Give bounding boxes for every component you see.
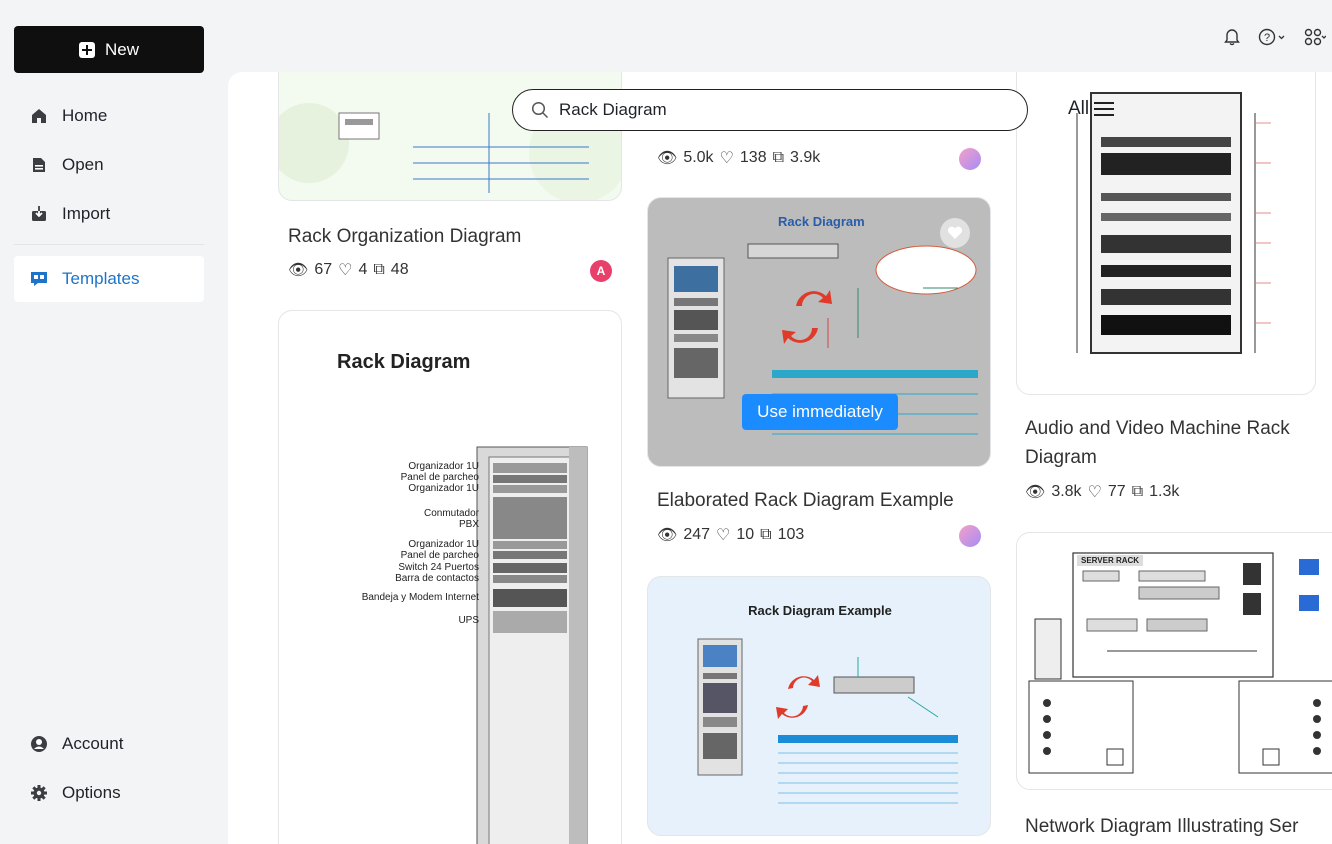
rack-label: Panel de parcheo bbox=[400, 472, 479, 483]
hamburger-icon bbox=[1094, 102, 1115, 116]
rack-label: Conmutador bbox=[423, 508, 479, 519]
copy-icon: ⧉ bbox=[373, 261, 385, 278]
eye-icon: 👁 bbox=[1025, 484, 1046, 501]
sidebar-item-label: Home bbox=[62, 106, 108, 125]
favorite-button[interactable] bbox=[940, 218, 970, 248]
card-title[interactable]: Audio and Video Machine Rack Diagram bbox=[1025, 414, 1325, 472]
search-bar[interactable] bbox=[512, 89, 1028, 131]
rack-label: PBX bbox=[458, 519, 479, 530]
help-icon[interactable]: ? bbox=[1258, 28, 1286, 46]
view-count: 247 bbox=[683, 526, 711, 543]
author-avatar[interactable]: A bbox=[590, 260, 612, 282]
template-card-thumbnail[interactable]: Rack Diagram Organizador 1U Panel de par… bbox=[278, 310, 622, 844]
like-count: 10 bbox=[736, 526, 755, 543]
like-count: 138 bbox=[739, 149, 767, 166]
sidebar-item-label: Import bbox=[62, 204, 111, 223]
copy-count: 48 bbox=[390, 261, 409, 278]
sidebar-item-label: Account bbox=[62, 734, 124, 753]
heart-icon: ♡ bbox=[716, 527, 731, 544]
templates-panel: Rack Organization Diagram 👁 67 ♡ 4 ⧉ 48 A R… bbox=[228, 72, 1332, 844]
author-avatar[interactable] bbox=[959, 148, 981, 170]
home-icon bbox=[30, 107, 48, 125]
copy-count: 103 bbox=[777, 526, 805, 543]
like-count: 4 bbox=[358, 261, 368, 278]
sidebar-item-account[interactable]: Account bbox=[14, 721, 204, 767]
rack-label: Bandeja y Modem Internet bbox=[361, 592, 479, 603]
svg-text:?: ? bbox=[1264, 32, 1270, 44]
new-button-label: New bbox=[104, 39, 139, 59]
card-title[interactable]: Rack Organization Diagram bbox=[288, 222, 521, 251]
sidebar-item-label: Open bbox=[62, 155, 104, 174]
sidebar-item-label: Templates bbox=[62, 269, 140, 288]
apps-grid-icon[interactable] bbox=[1304, 28, 1326, 46]
rack-label: Panel de parcheo bbox=[400, 550, 479, 561]
card-stats: 👁 247 ♡ 10 ⧉ 103 bbox=[657, 525, 804, 545]
copy-count: 3.9k bbox=[790, 149, 821, 166]
author-avatar[interactable] bbox=[959, 525, 981, 547]
sidebar-divider bbox=[14, 244, 204, 245]
sidebar-item-import[interactable]: Import bbox=[14, 191, 204, 237]
rack-label: Organizador 1U bbox=[408, 539, 479, 550]
new-button[interactable]: New bbox=[14, 26, 204, 73]
eye-icon: 👁 bbox=[657, 150, 678, 167]
sidebar: New Home Open Import Templates Account O… bbox=[0, 0, 214, 844]
copy-count: 1.3k bbox=[1149, 483, 1180, 500]
search-input[interactable] bbox=[559, 100, 979, 120]
sidebar-item-home[interactable]: Home bbox=[14, 93, 204, 139]
heart-icon: ♡ bbox=[1087, 484, 1102, 501]
template-card-thumbnail[interactable]: Rack Diagram Example bbox=[647, 576, 991, 836]
template-card-thumbnail-hover[interactable]: Rack Diagram Use immediately bbox=[647, 197, 991, 467]
rack-label: UPS bbox=[458, 615, 479, 626]
gear-icon bbox=[30, 784, 48, 802]
view-count: 67 bbox=[314, 261, 333, 278]
rack-label: Switch 24 Puertos bbox=[398, 562, 479, 573]
like-count: 77 bbox=[1107, 483, 1126, 500]
import-icon bbox=[30, 205, 48, 223]
card-stats: 👁 3.8k ♡ 77 ⧉ 1.3k bbox=[1025, 482, 1179, 502]
copy-icon: ⧉ bbox=[760, 526, 772, 543]
sidebar-item-open[interactable]: Open bbox=[14, 142, 204, 188]
account-icon bbox=[30, 735, 48, 753]
card-title[interactable]: Network Diagram Illustrating Ser bbox=[1025, 812, 1332, 841]
rack-label-list: Organizador 1U Panel de parcheo Organiza… bbox=[362, 461, 479, 626]
rack-label: Organizador 1U bbox=[408, 483, 479, 494]
filter-label: All bbox=[1068, 98, 1090, 119]
card-title[interactable]: Elaborated Rack Diagram Example bbox=[657, 486, 954, 515]
top-toolbar: ? bbox=[1224, 28, 1332, 46]
file-icon bbox=[30, 156, 48, 174]
search-icon bbox=[531, 101, 549, 119]
view-count: 3.8k bbox=[1051, 483, 1082, 500]
filter-all-menu[interactable]: All bbox=[1068, 98, 1115, 120]
heart-icon: ♡ bbox=[338, 262, 353, 279]
heart-icon: ♡ bbox=[719, 150, 734, 167]
eye-icon: 👁 bbox=[288, 262, 309, 279]
sidebar-item-templates[interactable]: Templates bbox=[14, 256, 204, 302]
template-card-thumbnail[interactable] bbox=[1016, 72, 1316, 395]
use-immediately-button[interactable]: Use immediately bbox=[742, 394, 898, 430]
copy-icon: ⧉ bbox=[772, 149, 785, 166]
rack-label: Organizador 1U bbox=[408, 461, 479, 472]
rack-label: Barra de contactos bbox=[395, 573, 479, 584]
eye-icon: 👁 bbox=[657, 527, 678, 544]
sidebar-item-label: Options bbox=[62, 783, 121, 802]
card-stats: 👁 5.0k ♡ 138 ⧉ 3.9k bbox=[657, 148, 820, 168]
sidebar-item-options[interactable]: Options bbox=[14, 770, 204, 816]
copy-icon: ⧉ bbox=[1131, 483, 1144, 500]
app-root: New Home Open Import Templates Account O… bbox=[0, 0, 1332, 844]
templates-icon bbox=[30, 270, 48, 288]
view-count: 5.0k bbox=[683, 149, 714, 166]
plus-icon bbox=[78, 41, 95, 58]
bell-icon[interactable] bbox=[1224, 28, 1240, 46]
template-card-thumbnail[interactable]: SERVER RACK bbox=[1016, 532, 1332, 790]
card-stats: 👁 67 ♡ 4 ⧉ 48 bbox=[288, 260, 409, 280]
